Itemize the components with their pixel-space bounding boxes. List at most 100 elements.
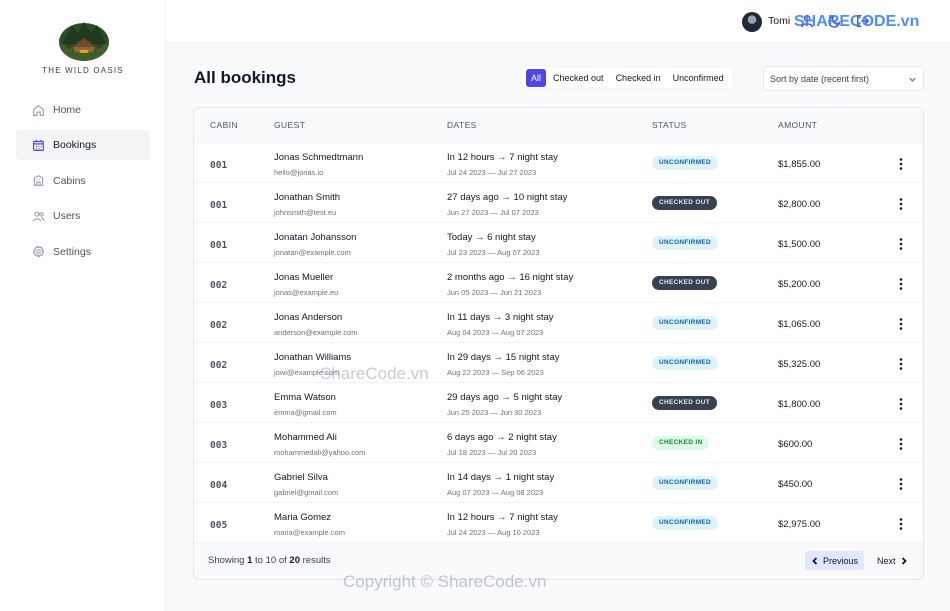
guest-email: gabriel@gmail.com bbox=[274, 488, 339, 497]
booking-amount: $2,800.00 bbox=[778, 199, 821, 210]
filter-all-button[interactable]: All bbox=[526, 68, 547, 87]
row-menu-button[interactable] bbox=[896, 237, 906, 251]
filter-checked-out-button[interactable]: Checked out bbox=[548, 69, 609, 87]
next-page-button[interactable]: Next bbox=[871, 551, 914, 570]
row-menu-button[interactable] bbox=[896, 397, 906, 411]
guest-name: Emma Watson bbox=[274, 392, 336, 403]
avatar[interactable] bbox=[742, 12, 762, 32]
table-body: 001 Jonas Schmedtmann hello@jonas.io In 12 … bbox=[194, 143, 923, 543]
users-icon bbox=[32, 211, 45, 222]
page-title: All bookings bbox=[194, 68, 296, 87]
guest-email: johnsmith@test.eu bbox=[274, 208, 337, 217]
cabin-number: 003 bbox=[210, 400, 228, 411]
column-header-dates: DATES bbox=[447, 120, 477, 130]
row-menu-button[interactable] bbox=[896, 477, 906, 491]
nav-item-users[interactable]: Users bbox=[16, 201, 150, 231]
table-row[interactable]: 001 Jonas Schmedtmann hello@jonas.io In 12 … bbox=[194, 143, 923, 183]
chevron-right-icon bbox=[901, 556, 907, 565]
guest-name: Jonas Mueller bbox=[274, 272, 334, 283]
guest-name: Maria Gomez bbox=[274, 512, 332, 523]
stay-dates: Jul 18 2023 — Jul 20 2023 bbox=[447, 448, 537, 457]
more-vertical-icon bbox=[899, 318, 903, 330]
guest-email: jonatan@example.com bbox=[274, 248, 351, 257]
column-header-status: STATUS bbox=[652, 120, 687, 130]
table-row[interactable]: 001 Jonatan Johansson jonatan@example.com T… bbox=[194, 223, 923, 263]
sort-select-value: Sort by date (recent first) bbox=[770, 74, 870, 84]
more-vertical-icon bbox=[899, 158, 903, 170]
row-menu-button[interactable] bbox=[896, 517, 906, 531]
row-menu-button[interactable] bbox=[896, 317, 906, 331]
nav-item-label: Settings bbox=[53, 245, 91, 258]
stay-summary: In 14 days → 1 night stay bbox=[447, 472, 555, 483]
bookings-table: CABIN GUEST DATES STATUS AMOUNT 001 Jonas… bbox=[193, 107, 924, 580]
stay-dates: Jun 25 2023 — Jun 30 2023 bbox=[447, 408, 542, 417]
table-row[interactable]: 003 Emma Watson emma@gmail.com 29 days ago … bbox=[194, 383, 923, 423]
cabin-number: 005 bbox=[210, 520, 228, 531]
watermark-text: ShareCode.vn bbox=[320, 364, 429, 383]
previous-page-button[interactable]: Previous bbox=[805, 551, 865, 570]
nav-item-cabins[interactable]: Cabins bbox=[16, 166, 150, 196]
status-badge: UNCONFIRMED bbox=[652, 516, 719, 530]
home-icon bbox=[33, 104, 44, 116]
row-menu-button[interactable] bbox=[896, 197, 906, 211]
table-row[interactable]: 003 Mohammed Ali mohammedali@yahoo.com 6 da… bbox=[194, 423, 923, 463]
chevron-down-icon bbox=[909, 77, 916, 82]
building-icon bbox=[33, 175, 44, 187]
filter-unconfirmed-button[interactable]: Unconfirmed bbox=[668, 69, 729, 87]
table-row[interactable]: 001 Jonathan Smith johnsmith@test.eu 27 day… bbox=[194, 183, 923, 223]
cabin-number: 001 bbox=[210, 160, 228, 171]
cabin-number: 001 bbox=[210, 240, 228, 251]
brand-name: THE WILD OASIS bbox=[42, 66, 124, 75]
stay-summary: In 12 hours → 7 night stay bbox=[447, 512, 558, 523]
row-menu-button[interactable] bbox=[896, 157, 906, 171]
stay-summary: 2 months ago → 16 night stay bbox=[447, 272, 574, 283]
table-row[interactable]: 002 Jonas Mueller jonas@example.eu 2 months… bbox=[194, 263, 923, 303]
stay-summary: In 12 hours → 7 night stay bbox=[447, 152, 558, 163]
stay-summary: Today → 6 night stay bbox=[447, 232, 536, 243]
guest-name: Jonas Anderson bbox=[274, 312, 343, 323]
next-label: Next bbox=[877, 555, 896, 566]
wild-oasis-logo[interactable] bbox=[58, 20, 110, 62]
table-row[interactable]: 005 Maria Gomez maria@example.com In 12 hou… bbox=[194, 503, 923, 543]
summary-suffix: results bbox=[302, 555, 331, 566]
booking-amount: $600.00 bbox=[778, 439, 813, 450]
booking-amount: $1,500.00 bbox=[778, 239, 821, 250]
stay-dates: Aug 07 2023 — Aug 08 2023 bbox=[447, 488, 544, 497]
column-header-cabin: CABIN bbox=[210, 120, 238, 130]
stay-dates: Jun 05 2023 — Jun 21 2023 bbox=[447, 288, 542, 297]
table-row[interactable]: 004 Gabriel Silva gabriel@gmail.com In 14 d… bbox=[194, 463, 923, 503]
guest-email: maria@example.com bbox=[274, 528, 345, 537]
row-menu-button[interactable] bbox=[896, 277, 906, 291]
row-menu-button[interactable] bbox=[896, 437, 906, 451]
nav-item-settings[interactable]: Settings bbox=[16, 237, 150, 267]
cabin-number: 001 bbox=[210, 200, 228, 211]
booking-amount: $5,325.00 bbox=[778, 359, 821, 370]
nav-item-label: Cabins bbox=[53, 174, 86, 187]
nav-item-bookings[interactable]: Bookings bbox=[16, 130, 150, 161]
sort-select[interactable]: Sort by date (recent first) bbox=[763, 66, 924, 91]
more-vertical-icon bbox=[899, 198, 903, 210]
status-badge: UNCONFIRMED bbox=[652, 356, 719, 370]
cabin-number: 002 bbox=[210, 280, 228, 291]
main-nav: Home Bookings Cabins Users Settings bbox=[16, 95, 150, 272]
filter-checked-in-button[interactable]: Checked in bbox=[611, 69, 666, 87]
calendar-icon bbox=[33, 139, 44, 151]
more-vertical-icon bbox=[899, 518, 903, 530]
row-menu-button[interactable] bbox=[896, 357, 906, 371]
cabin-number: 002 bbox=[210, 360, 228, 371]
nav-item-home[interactable]: Home bbox=[16, 95, 150, 125]
table-row[interactable]: 002 Jonas Anderson anderson@example.com In … bbox=[194, 303, 923, 343]
table-row[interactable]: 002 Jonathan Williams jowi@example.com In 2… bbox=[194, 343, 923, 383]
guest-email: mohammedali@yahoo.com bbox=[274, 448, 366, 457]
stay-summary: 29 days ago → 5 night stay bbox=[447, 392, 563, 403]
more-vertical-icon bbox=[899, 398, 903, 410]
summary-to-word: to bbox=[255, 555, 263, 566]
chevron-left-icon bbox=[812, 556, 818, 565]
cabin-number: 004 bbox=[210, 480, 228, 491]
guest-name: Jonas Schmedtmann bbox=[274, 152, 364, 163]
user-name: Tomi bbox=[768, 15, 791, 27]
results-summary: Showing 1 to 10 of 20 results bbox=[208, 555, 331, 566]
status-badge: UNCONFIRMED bbox=[652, 156, 719, 170]
stay-summary: 27 days ago → 10 night stay bbox=[447, 192, 568, 203]
stay-dates: Jul 24 2023 — Jul 27 2023 bbox=[447, 168, 537, 177]
